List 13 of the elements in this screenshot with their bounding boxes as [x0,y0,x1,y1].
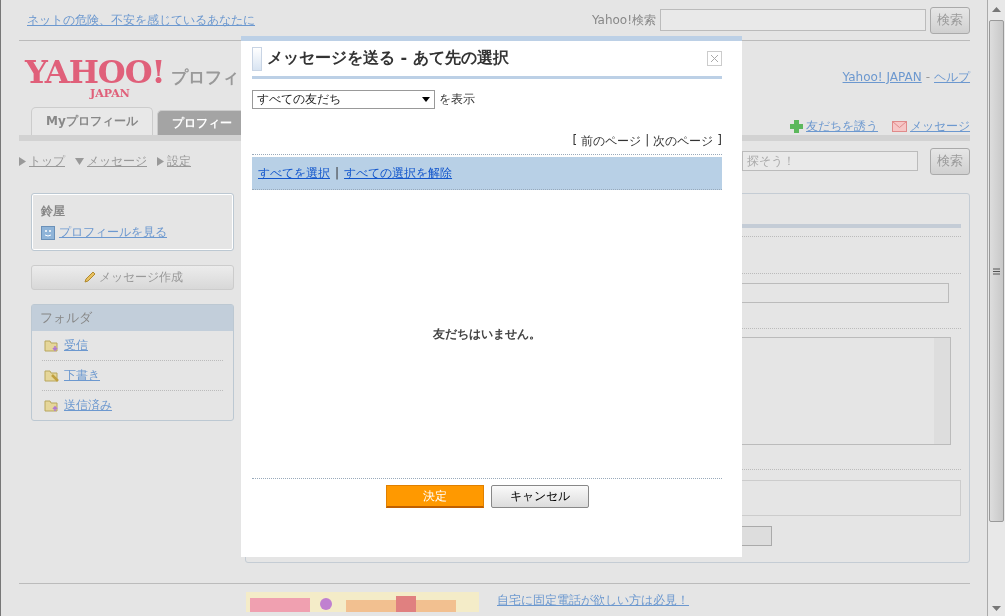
user-name: 鈴屋 [40,203,66,220]
pager-separator: | [645,133,650,149]
empty-message: 友だちはいません。 [252,190,722,479]
service-title: プロフィ [170,65,239,89]
bracket: ] [717,133,722,149]
folder-heading: フォルダ [32,305,233,331]
filter-suffix: を表示 [439,91,475,108]
dialog-title: メッセージを送る - あて先の選択 [267,48,510,69]
logo: YAHOO! JAPAN [25,55,165,99]
bracket: [ [572,133,578,149]
search-label: Yahoo!検索 [591,11,656,29]
link-separator: | [335,166,340,180]
link-separator: - [925,70,930,84]
